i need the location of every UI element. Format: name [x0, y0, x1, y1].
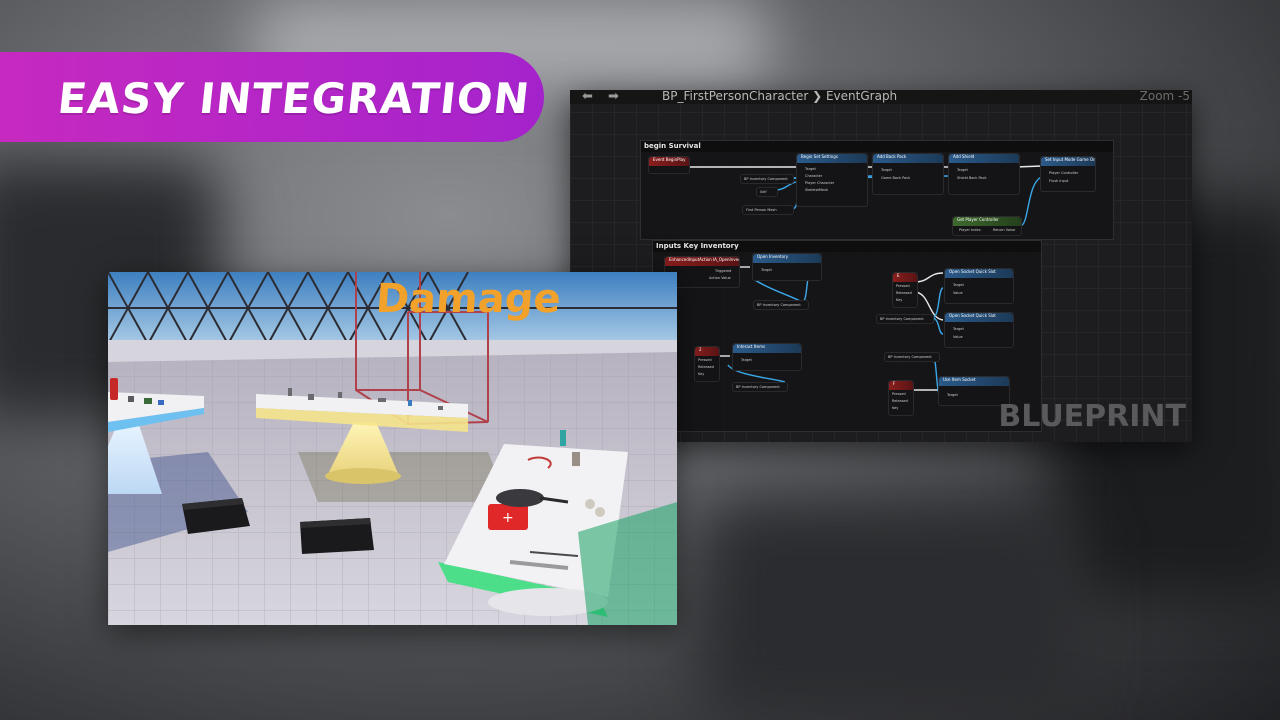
bottle	[560, 430, 566, 446]
node-get-player-controller[interactable]: Get Player Controller Player Index Retur…	[952, 216, 1022, 236]
node-add-back-pack[interactable]: Add Back Pack Target Game Back Pack	[872, 153, 944, 195]
node-self[interactable]: Self	[756, 187, 778, 197]
node-key-2[interactable]: 2 Pressed Released Key	[694, 346, 720, 382]
node-inventory-component[interactable]: BP Inventory Component	[753, 300, 809, 310]
node-inventory-component[interactable]: BP Inventory Component	[740, 174, 794, 184]
fire-extinguisher	[110, 378, 118, 400]
can	[572, 452, 580, 466]
blueprint-watermark: BLUEPRINT	[998, 399, 1186, 434]
node-inventory-component[interactable]: BP Inventory Component	[884, 352, 940, 362]
first-aid-cross: +	[502, 510, 514, 526]
node-key-e[interactable]: E Pressed Released Key	[892, 272, 918, 308]
node-key-f[interactable]: F Pressed Released Key	[888, 380, 914, 416]
node-inventory-component[interactable]: BP Inventory Component	[876, 314, 934, 324]
node-inventory-component[interactable]: BP Inventory Component	[732, 382, 788, 392]
node-begin-set-settings[interactable]: Begin Set Settings Target Character Play…	[796, 153, 868, 207]
node-open-inventory[interactable]: Open Inventory Target	[752, 253, 822, 281]
node-event-beginplay[interactable]: Event BeginPlay	[648, 156, 690, 174]
title-banner: EASY INTEGRATION	[0, 52, 544, 142]
background-blur	[700, 500, 1080, 720]
black-case	[300, 518, 374, 554]
frying-pan	[496, 489, 544, 507]
stone	[595, 507, 605, 517]
node-set-input-mode[interactable]: Set Input Mode Game Only Player Controll…	[1040, 156, 1096, 192]
table-cone-base	[325, 468, 401, 484]
node-open-socket-left[interactable]: Open Socket Quick Slot Target Value	[944, 268, 1014, 304]
damage-sign: Damage	[374, 276, 563, 322]
node-first-person-mesh[interactable]: First Person Mesh	[742, 205, 794, 215]
exec-wire	[913, 272, 944, 283]
node-interact-items[interactable]: Interact Items Target	[732, 343, 802, 371]
node-add-shield[interactable]: Add Shield Target Shield Back Pack	[948, 153, 1020, 195]
viewport-scene: +	[108, 272, 677, 625]
node-open-socket-right[interactable]: Open Socket Quick Slot Target Value	[944, 312, 1014, 348]
game-viewport[interactable]: + Damage	[108, 272, 677, 625]
stone	[585, 499, 595, 509]
banner-title: EASY INTEGRATION	[55, 74, 533, 123]
